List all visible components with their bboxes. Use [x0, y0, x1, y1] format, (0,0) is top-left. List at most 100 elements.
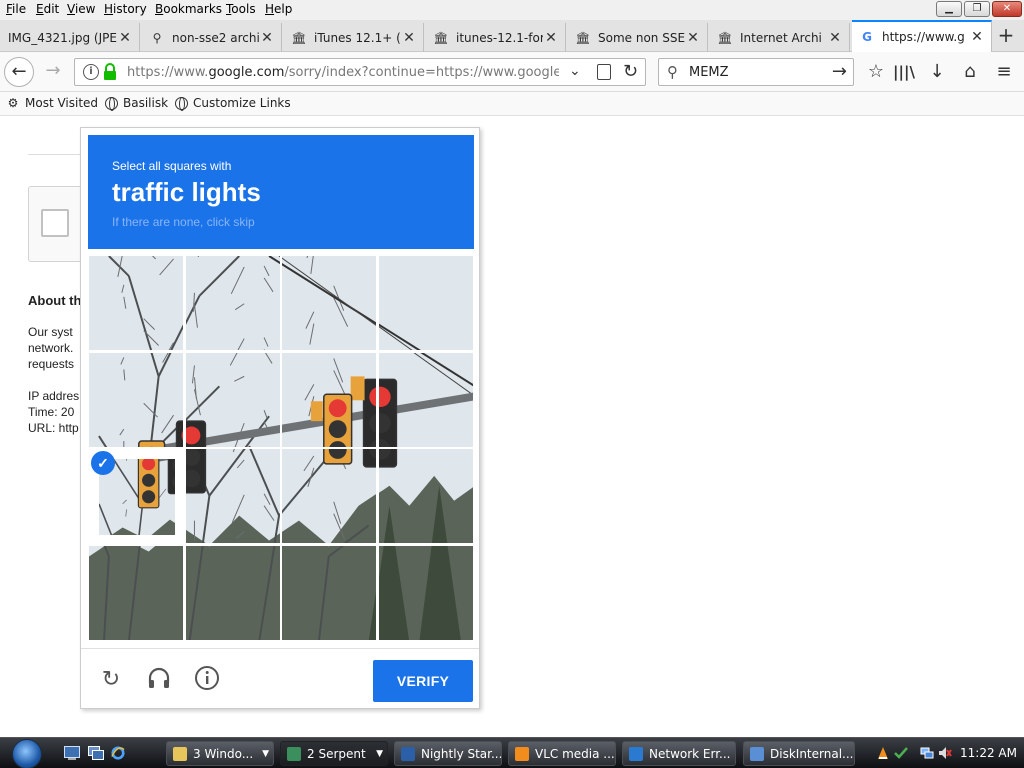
- bookmark-most-visited[interactable]: ⚙ Most Visited: [6, 96, 98, 110]
- tab-title: Internet Archi: [740, 30, 822, 45]
- captcha-tile[interactable]: [88, 255, 184, 351]
- restore-button[interactable]: ❐: [964, 1, 990, 17]
- tab-img-4321[interactable]: IMG_4321.jpg (JPE ✕: [0, 23, 140, 52]
- new-tab-button[interactable]: +: [994, 24, 1018, 48]
- star-icon[interactable]: ☆: [864, 61, 888, 82]
- taskbar-button[interactable]: Nightly Star...: [394, 741, 502, 766]
- captcha-tile[interactable]: [88, 544, 184, 641]
- captcha-tile[interactable]: [281, 255, 377, 351]
- captcha-tile[interactable]: [184, 351, 281, 448]
- taskbar-button[interactable]: Network Err...: [622, 741, 736, 766]
- tab-some-non-sse[interactable]: 🏛 Some non SSE ✕: [568, 23, 708, 52]
- captcha-tile[interactable]: [377, 255, 474, 351]
- close-icon[interactable]: ✕: [969, 29, 985, 45]
- close-icon[interactable]: ✕: [827, 30, 843, 46]
- clock[interactable]: 11:22 AM: [960, 746, 1017, 760]
- tab-title: Some non SSE: [598, 30, 685, 45]
- menu-file[interactable]: File: [6, 2, 26, 16]
- network-icon[interactable]: [920, 746, 934, 760]
- captcha-tile[interactable]: [184, 255, 281, 351]
- close-window-button[interactable]: ✕: [992, 1, 1022, 17]
- captcha-tile[interactable]: [377, 544, 474, 641]
- switch-windows-icon[interactable]: [88, 746, 104, 760]
- show-desktop-icon[interactable]: [64, 746, 80, 760]
- tab-non-sse2[interactable]: ⚲ non-sse2 archi ✕: [142, 23, 282, 52]
- taskbar-button[interactable]: VLC media ...: [508, 741, 616, 766]
- close-icon[interactable]: ✕: [685, 30, 701, 46]
- close-icon[interactable]: ✕: [117, 30, 133, 46]
- tab-itunes-12-1-for[interactable]: 🏛 itunes-12.1-for ✕: [426, 23, 566, 52]
- reader-view-icon[interactable]: [597, 64, 611, 80]
- arrow-right-icon[interactable]: →: [832, 61, 847, 82]
- captcha-tile[interactable]: [88, 351, 184, 448]
- tab-title: iTunes 12.1+ (f: [314, 30, 401, 45]
- gear-icon: ⚙: [7, 96, 19, 110]
- taskbar-button-label: Network Err...: [649, 746, 731, 761]
- bookmark-basilisk[interactable]: Basilisk: [104, 96, 168, 111]
- menu-view[interactable]: View: [67, 2, 95, 16]
- menu-history[interactable]: History: [104, 2, 147, 16]
- url-bar[interactable]: i https://www.google.com/sorry/index?con…: [74, 58, 646, 86]
- info-icon[interactable]: [193, 665, 221, 693]
- tab-internet-archive[interactable]: 🏛 Internet Archi ✕: [710, 23, 850, 52]
- close-icon[interactable]: ✕: [259, 30, 275, 46]
- close-icon[interactable]: ✕: [401, 30, 417, 46]
- security-check-icon[interactable]: [894, 746, 908, 760]
- chevron-down-icon[interactable]: ▼: [376, 749, 383, 759]
- divider: [28, 154, 88, 155]
- windows-logo-icon: [12, 739, 42, 768]
- menu-icon[interactable]: ≡: [992, 61, 1016, 82]
- google-icon: G: [862, 30, 872, 44]
- tab-title: non-sse2 archi: [172, 30, 259, 45]
- forward-button[interactable]: →: [38, 57, 68, 87]
- volume-muted-icon[interactable]: [938, 746, 952, 760]
- taskbar-button[interactable]: DiskInternal...: [743, 741, 855, 766]
- taskbar-button[interactable]: 2 Serpent ▼: [280, 741, 388, 766]
- search-bar[interactable]: ⚲ MEMZ →: [658, 58, 854, 86]
- tab-itunes-12-1[interactable]: 🏛 iTunes 12.1+ (f ✕: [284, 23, 424, 52]
- menu-help[interactable]: Help: [265, 2, 292, 16]
- reload-icon[interactable]: ↻: [623, 61, 638, 82]
- back-button[interactable]: ←: [4, 57, 34, 87]
- minimize-button[interactable]: ▁: [936, 1, 962, 17]
- headphones-icon[interactable]: [145, 665, 173, 693]
- reload-challenge-icon[interactable]: ↻: [97, 665, 125, 693]
- bookmark-customize-links[interactable]: Customize Links: [174, 96, 291, 111]
- taskbar: 3 Windo... ▼ 2 Serpent ▼ Nightly Star... VLC …: [0, 737, 1024, 768]
- close-icon[interactable]: ✕: [543, 30, 559, 46]
- captcha-tile[interactable]: [377, 351, 474, 448]
- menu-tools[interactable]: Tools: [226, 2, 256, 16]
- chevron-down-icon[interactable]: ▼: [262, 749, 269, 759]
- tab-title: IMG_4321.jpg (JPE: [8, 30, 117, 45]
- taskbar-button-label: VLC media ...: [535, 746, 615, 761]
- menu-bar: File Edit View History Bookmarks Tools H…: [0, 0, 1024, 20]
- search-input[interactable]: MEMZ: [689, 65, 729, 80]
- download-icon[interactable]: ↓: [925, 61, 949, 82]
- info-icon[interactable]: i: [83, 64, 99, 80]
- internet-explorer-icon[interactable]: [110, 746, 126, 760]
- captcha-tile[interactable]: [184, 448, 281, 544]
- taskbar-button[interactable]: 3 Windo... ▼: [166, 741, 274, 766]
- captcha-tile[interactable]: [281, 351, 377, 448]
- captcha-tile[interactable]: [184, 544, 281, 641]
- tab-google-sorry[interactable]: G https://www.g ✕: [852, 20, 992, 52]
- time-line: Time: 20: [28, 405, 75, 419]
- captcha-tile[interactable]: [281, 544, 377, 641]
- recaptcha-checkbox[interactable]: [41, 209, 69, 237]
- captcha-tile[interactable]: [281, 448, 377, 544]
- captcha-tile[interactable]: [377, 448, 474, 544]
- url-text[interactable]: https://www.google.com/sorry/index?conti…: [127, 65, 559, 80]
- captcha-tile[interactable]: ✓: [88, 448, 184, 544]
- menu-bookmarks[interactable]: Bookmarks: [155, 2, 222, 16]
- chevron-down-icon[interactable]: ⌄: [569, 63, 581, 79]
- app-icon: [173, 746, 187, 761]
- start-button[interactable]: [8, 738, 52, 768]
- challenge-footer: ↻ VERIFY: [81, 648, 479, 708]
- home-icon[interactable]: ⌂: [958, 61, 982, 82]
- app-icon: [401, 746, 415, 761]
- vlc-icon[interactable]: [876, 746, 890, 760]
- menu-edit[interactable]: Edit: [36, 2, 59, 16]
- library-icon[interactable]: |||\: [892, 63, 916, 81]
- verify-button[interactable]: VERIFY: [373, 660, 473, 702]
- bookmark-label: Most Visited: [25, 96, 99, 110]
